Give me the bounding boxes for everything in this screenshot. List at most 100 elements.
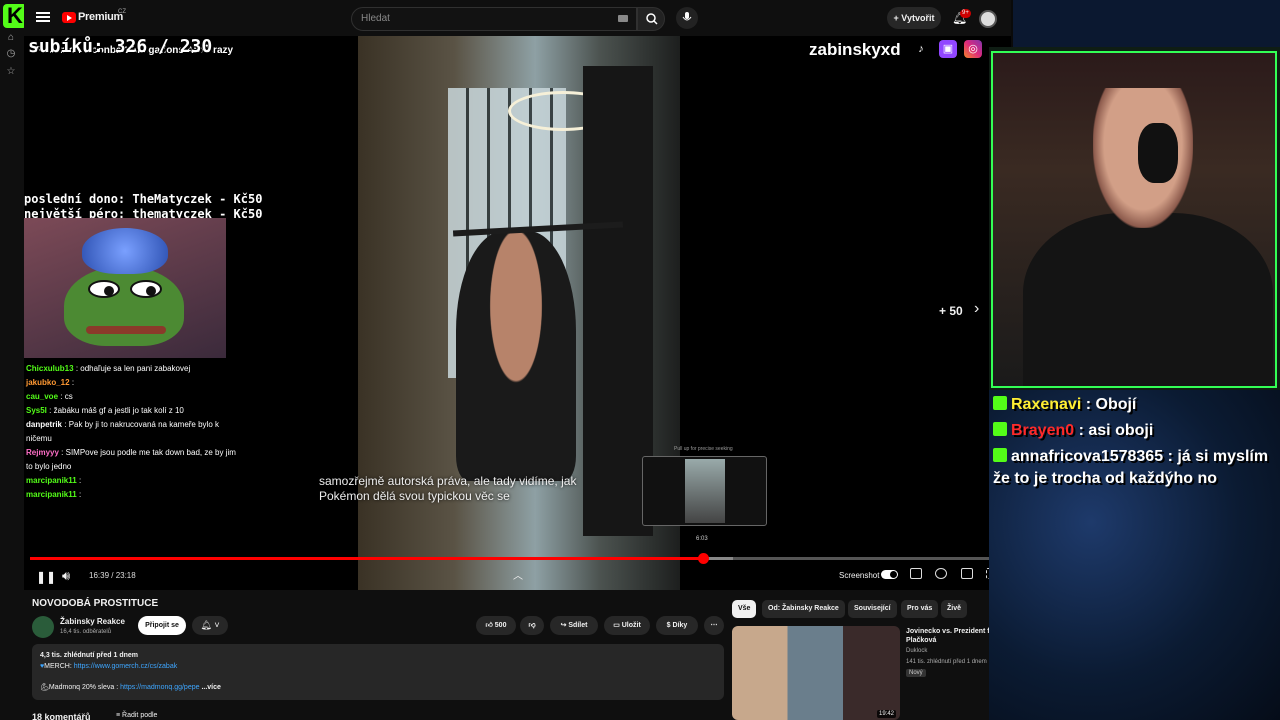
streamer-body-shape [1023, 213, 1273, 386]
views-line: 4,3 tis. zhlédnutí před 1 dnem [40, 652, 139, 659]
chat-username[interactable]: marcipanik11 [26, 490, 77, 499]
channel-name[interactable]: Žabinsky Reakce [60, 617, 125, 626]
chip-all[interactable]: Vše [732, 600, 757, 618]
home-icon[interactable]: ⌂ [5, 32, 17, 44]
account-avatar[interactable] [979, 10, 997, 28]
chat-message: Sys5l : žabáku máš gf a jestli jo tak ko… [26, 404, 238, 418]
madmonq-link[interactable]: https://madmonq.gg/pepe [120, 684, 199, 691]
menu-icon[interactable] [36, 12, 50, 22]
comments-count: 18 komentářů [32, 712, 91, 720]
instagram-icon: ◎ [964, 40, 982, 58]
pepe-eye-left [88, 280, 120, 298]
chat-username[interactable]: cau_voe [26, 392, 58, 401]
chat-text: : [78, 490, 82, 499]
settings-icon[interactable] [935, 568, 947, 579]
merch-link[interactable]: https://www.gomerch.cz/cs/zabak [74, 663, 177, 670]
pepe-head-shape [64, 266, 184, 346]
thanks-button[interactable]: $ Díky [656, 616, 698, 635]
video-player[interactable]: Pokémon Goonbait Allegations Are Crazy s… [24, 36, 1011, 590]
overlay-chat-text: : Obojí [1085, 396, 1137, 413]
pause-button[interactable]: ❚❚ [36, 570, 56, 584]
progress-bar[interactable] [30, 553, 1006, 564]
kick-sidebar: K ⌂ ◷ ☆ [0, 0, 27, 720]
last-donation: poslední dono: TheMatyczek - Kč50 [24, 192, 263, 206]
preview-thumbnail [685, 459, 725, 523]
screenshot-toggle[interactable] [881, 570, 898, 579]
pepe-mouth-shape [86, 326, 166, 334]
share-button[interactable]: ↪ Sdílet [550, 616, 598, 635]
chevron-right-icon[interactable]: › [974, 300, 979, 318]
like-button[interactable]: 👍︎ 500 [476, 616, 516, 635]
join-button[interactable]: Připojit se [138, 616, 186, 635]
subtitles-icon[interactable] [910, 568, 922, 579]
sort-label: Řadit podle [122, 712, 158, 719]
keyboard-icon[interactable] [618, 15, 628, 22]
user-badge-icon [993, 448, 1007, 462]
brand-name[interactable]: Premium [78, 11, 123, 23]
overlay-chat-username: Raxenavi [1011, 396, 1082, 413]
channel-avatar[interactable] [32, 616, 54, 638]
pepe-emote-image [24, 218, 226, 358]
sort-button[interactable]: ≡ Řadit podle [116, 712, 157, 719]
twitch-icon: ▣ [939, 40, 957, 58]
voice-search-button[interactable] [676, 7, 698, 29]
webcam-feed [991, 51, 1277, 388]
chat-username[interactable]: Rejmyyy [26, 448, 59, 457]
save-label: Uložit [621, 622, 641, 629]
recommendation-channel[interactable]: Duklock [906, 648, 927, 654]
overlay-chat-username: annafricova1578365 [1011, 448, 1164, 465]
overlay-chat-text: : asi oboji [1078, 422, 1154, 439]
time-display: 16:39 / 23:18 [89, 571, 136, 580]
create-button[interactable]: + Vytvořit [887, 7, 941, 29]
youtube-logo-icon[interactable] [62, 12, 76, 23]
notification-badge: 9+ [960, 9, 971, 18]
chat-username[interactable]: Sys5l [26, 406, 47, 415]
chevron-up-icon[interactable]: ︿ [513, 567, 523, 582]
chat-text: : [71, 378, 75, 387]
thanks-label: Díky [672, 622, 688, 629]
chip-live[interactable]: Živě [941, 600, 968, 618]
overlay-chat-message: Raxenavi : Obojí [993, 394, 1279, 416]
dislike-button[interactable]: 👎︎ [520, 616, 544, 635]
muscle-icon: 💪︎ [40, 684, 49, 691]
user-badge-icon [993, 396, 1007, 410]
sub-counter: subíků: 326 / 230 [28, 36, 213, 57]
subscribe-bell-button[interactable]: 🔔︎ ˅ [192, 616, 228, 635]
chip-from-channel[interactable]: Od: Žabinsky Reakce [762, 600, 845, 618]
overlay-chat: Raxenavi : Obojí Brayen0 : asi oboji annaf… [989, 390, 1280, 720]
background-top [1013, 0, 1280, 47]
video-info: NOVODOBÁ PROSTITUCE Žabinsky Reakce 16,4… [24, 590, 1011, 720]
search-icon [646, 13, 658, 25]
overlay-chat-message: annafricova1578365 : já si myslím že to … [993, 446, 1279, 490]
chip-for-you[interactable]: Pro vás [901, 600, 939, 618]
chat-message: marcipanik11 : [26, 474, 238, 488]
chat-username[interactable]: Chicxulub13 [26, 364, 74, 373]
overlay-chat-message: Brayen0 : asi oboji [993, 420, 1279, 442]
video-title: NOVODOBÁ PROSTITUCE [32, 598, 159, 609]
streamer-handle: zabinskyxd [809, 40, 901, 59]
more-icon: ⋯ [710, 622, 718, 629]
chip-related[interactable]: Související [848, 600, 897, 618]
chat-username[interactable]: jakubko_12 [26, 378, 70, 387]
more-actions-button[interactable]: ⋯ [704, 616, 724, 635]
chat-username[interactable]: danpetrik [26, 420, 62, 429]
search-button[interactable] [637, 7, 665, 31]
stream-chat: Chicxulub13 : odhaľuje sa len pani zabak… [26, 362, 238, 502]
star-icon[interactable]: ☆ [5, 66, 17, 78]
chat-message: jakubko_12 : [26, 376, 238, 390]
headphones-shape [1138, 123, 1178, 183]
volume-button[interactable]: 🔊︎ [62, 568, 70, 584]
chat-username[interactable]: marcipanik11 [26, 476, 77, 485]
search-input[interactable]: Hledat [351, 7, 637, 31]
video-caption: samozřejmě autorská práva, ale tady vidí… [319, 474, 576, 504]
recommendation-thumbnail[interactable]: 19:42 [732, 626, 900, 720]
video-duration: 19:42 [876, 710, 896, 718]
person-shape [456, 231, 576, 481]
history-icon[interactable]: ◷ [5, 48, 17, 60]
save-button[interactable]: ▭ Uložit [604, 616, 650, 635]
seek-preview [642, 456, 767, 526]
show-more-link[interactable]: ...více [201, 684, 220, 691]
theater-mode-icon[interactable] [961, 568, 973, 579]
scrubber-handle[interactable] [698, 553, 710, 564]
description-box[interactable]: 4,3 tis. zhlédnutí před 1 dnem ♥MERCH: h… [32, 644, 724, 700]
